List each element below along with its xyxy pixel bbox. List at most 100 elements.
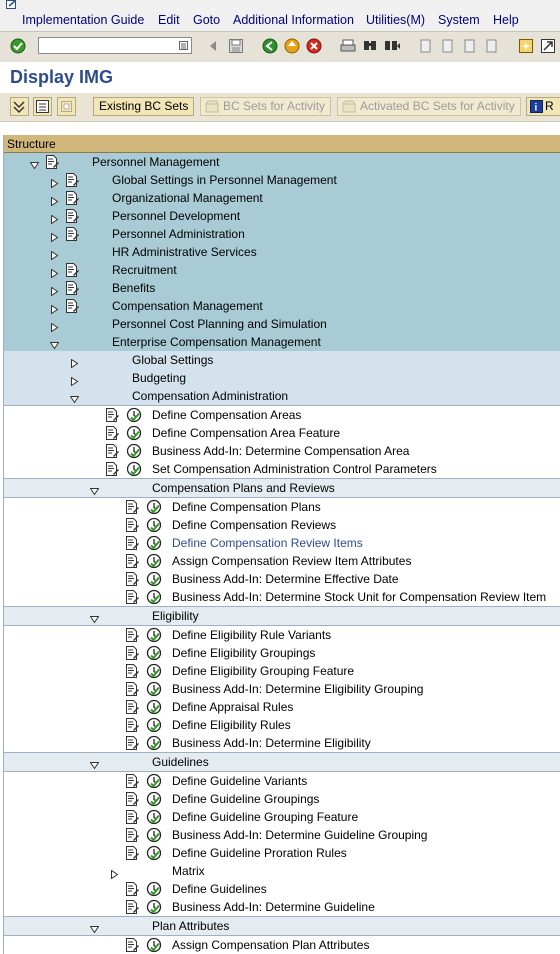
tree-node-label[interactable]: Business Add-In: Determine Effective Dat… [172,570,399,588]
menu-additional-information[interactable]: Additional Information [233,13,354,27]
tree-node-label[interactable]: Business Add-In: Determine Stock Unit fo… [172,588,546,606]
tree-node-label[interactable]: Guidelines [152,753,209,771]
tree-node-label[interactable]: Define Guidelines [172,880,267,898]
menu-implementation-guide[interactable]: Implementation Guide [22,13,144,27]
tree-node[interactable]: Organizational Management [4,189,560,207]
documentation-icon[interactable] [124,845,140,861]
documentation-icon[interactable] [124,699,140,715]
documentation-icon[interactable] [124,809,140,825]
execute-activity-icon[interactable] [146,589,162,605]
tree-node[interactable]: Personnel Cost Planning and Simulation [4,315,560,333]
menu-goto[interactable]: Goto [193,13,220,27]
tree-node-label[interactable]: Assign Compensation Plan Attributes [172,936,369,954]
tree-node[interactable]: Define Eligibility Groupings [4,644,560,662]
enter-check-icon[interactable] [10,37,26,54]
collapse-left-icon[interactable] [205,37,221,54]
tree-node-label[interactable]: Define Guideline Proration Rules [172,844,347,862]
execute-activity-icon[interactable] [146,535,162,551]
expanded-node-icon[interactable] [89,611,100,624]
first-page-icon[interactable] [418,37,434,54]
collapsed-node-icon[interactable] [50,175,59,189]
shortcut-icon[interactable] [540,37,556,54]
tree-node[interactable]: Compensation Administration [4,387,560,405]
tree-node-label[interactable]: Define Compensation Reviews [172,516,336,534]
expanded-node-icon[interactable] [89,921,100,934]
collapsed-node-icon[interactable] [70,355,79,369]
execute-activity-icon[interactable] [126,425,142,441]
tree-node[interactable]: Business Add-In: Determine Eligibility [4,734,560,752]
collapsed-node-icon[interactable] [50,247,59,261]
documentation-icon[interactable] [64,262,80,278]
documentation-icon[interactable] [64,226,80,242]
activated-bc-sets-button[interactable]: Activated BC Sets for Activity [337,97,521,116]
tree-node[interactable]: Enterprise Compensation Management [4,333,560,351]
execute-activity-icon[interactable] [146,553,162,569]
tree-node[interactable]: Define Compensation Area Feature [4,424,560,442]
tree-node[interactable]: Business Add-In: Determine Compensation … [4,442,560,460]
execute-activity-icon[interactable] [146,681,162,697]
documentation-icon[interactable] [44,154,60,170]
tree-node[interactable]: Recruitment [4,261,560,279]
execute-activity-icon[interactable] [146,571,162,587]
tree-node[interactable]: Define Guidelines [4,880,560,898]
tree-node-label[interactable]: Budgeting [132,369,186,387]
documentation-icon[interactable] [64,190,80,206]
execute-activity-icon[interactable] [146,827,162,843]
tree-node[interactable]: Define Appraisal Rules [4,698,560,716]
tree-node-label[interactable]: Plan Attributes [152,917,229,935]
command-field[interactable] [38,37,192,54]
tree-node[interactable]: Eligibility [4,606,560,625]
tree-node-label[interactable]: Define Compensation Review Items [172,534,363,552]
release-notes-button[interactable]: i R [526,97,560,116]
tree-node-label[interactable]: Personnel Development [112,207,240,225]
tree-node-label[interactable]: Business Add-In: Determine Guideline Gro… [172,826,427,844]
execute-activity-icon[interactable] [146,627,162,643]
collapsed-node-icon[interactable] [50,193,59,207]
command-history-icon[interactable] [179,41,188,50]
execute-activity-icon[interactable] [146,499,162,515]
documentation-icon[interactable] [124,645,140,661]
documentation-icon[interactable] [64,172,80,188]
documentation-icon[interactable] [124,735,140,751]
execute-activity-icon[interactable] [146,845,162,861]
documentation-icon[interactable] [104,443,120,459]
create-session-icon[interactable] [518,37,534,54]
tree-node-label[interactable]: Eligibility [152,607,199,625]
last-page-icon[interactable] [484,37,500,54]
documentation-icon[interactable] [124,535,140,551]
menu-edit[interactable]: Edit [158,13,180,27]
documentation-icon[interactable] [124,663,140,679]
expanded-node-icon[interactable] [49,337,60,350]
execute-activity-icon[interactable] [126,443,142,459]
previous-page-icon[interactable] [440,37,456,54]
documentation-icon[interactable] [124,937,140,953]
find-icon[interactable] [362,37,378,54]
save-icon[interactable] [228,37,244,54]
execute-activity-icon[interactable] [146,809,162,825]
tree-node[interactable]: Business Add-In: Determine Guideline [4,898,560,916]
documentation-icon[interactable] [104,461,120,477]
execute-activity-icon[interactable] [146,699,162,715]
execute-activity-icon[interactable] [146,645,162,661]
documentation-icon[interactable] [124,681,140,697]
tree-node-label[interactable]: Business Add-In: Determine Eligibility G… [172,680,423,698]
tree-node-label[interactable]: Personnel Administration [112,225,245,243]
documentation-icon[interactable] [64,298,80,314]
tree-node-label[interactable]: Compensation Administration [132,387,288,405]
tree-node[interactable]: HR Administrative Services [4,243,560,261]
documentation-icon[interactable] [124,773,140,789]
execute-activity-icon[interactable] [126,461,142,477]
tree-node[interactable]: Define Compensation Reviews [4,516,560,534]
execute-activity-icon[interactable] [146,517,162,533]
documentation-icon[interactable] [104,407,120,423]
expanded-node-icon[interactable] [69,391,80,404]
find-next-icon[interactable] [384,37,400,54]
documentation-icon[interactable] [124,717,140,733]
documentation-icon[interactable] [124,571,140,587]
tree-node-label[interactable]: Business Add-In: Determine Compensation … [152,442,409,460]
execute-activity-icon[interactable] [146,791,162,807]
collapsed-node-icon[interactable] [110,866,119,880]
tree-node[interactable]: Define Guideline Proration Rules [4,844,560,862]
find-in-tree-button[interactable] [33,97,52,116]
documentation-icon[interactable] [124,499,140,515]
